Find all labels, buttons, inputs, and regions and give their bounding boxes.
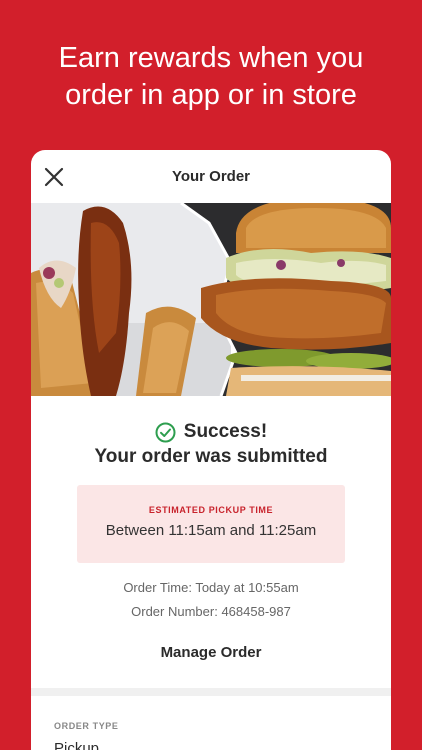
order-screen: Your Order Success! Your order was submi… [31, 150, 391, 750]
order-time: Order Time: Today at 10:55am [123, 580, 299, 595]
page-title: Your Order [171, 168, 251, 185]
pickup-window: Between 11:15am and 11:25am [105, 522, 317, 539]
promo-headline: Earn rewards when you order in app or in… [0, 40, 422, 114]
promo-line-1: Earn rewards when you [58, 42, 364, 74]
close-icon[interactable] [43, 166, 65, 188]
section-divider [31, 688, 391, 696]
promo-line-2: order in app or in store [65, 79, 357, 111]
order-number: Order Number: 468458-987 [131, 604, 291, 619]
hero-image [31, 203, 391, 396]
nav-bar: Your Order [31, 150, 391, 203]
manage-order-button[interactable]: Manage Order [31, 644, 391, 661]
success-status: Success! [183, 421, 268, 442]
pickup-time-card: ESTIMATED PICKUP TIME Between 11:15am an… [77, 485, 345, 563]
check-circle-icon [155, 422, 176, 442]
order-type-value: Pickup [54, 740, 100, 750]
success-heading: Success! [31, 421, 391, 443]
order-type-label: ORDER TYPE [54, 721, 119, 731]
success-message: Your order was submitted [94, 446, 328, 467]
pickup-label: ESTIMATED PICKUP TIME [148, 505, 274, 515]
